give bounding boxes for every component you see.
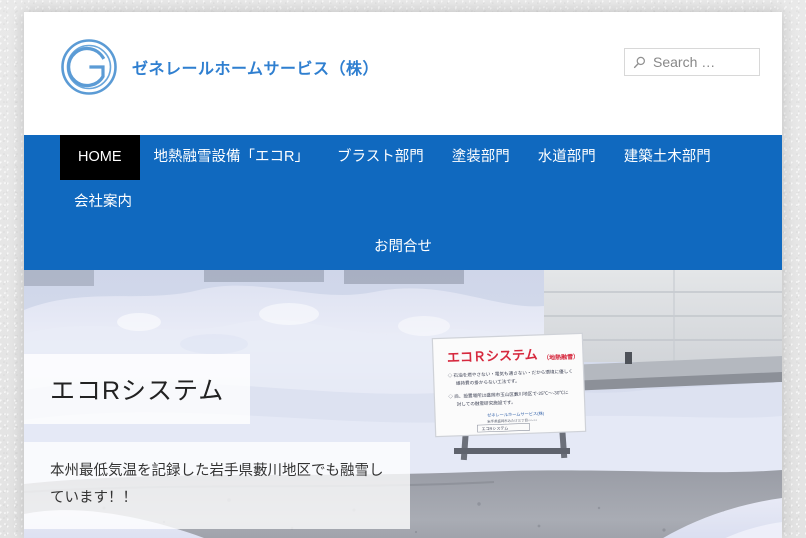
nav-item-contact[interactable]: お問合せ xyxy=(360,225,446,270)
site-header: ゼネレールホームサービス（株） xyxy=(24,12,782,135)
hero-title-panel: エコRシステム xyxy=(24,354,250,424)
main-navigation: HOME 地熱融雪設備「エコR」 ブラスト部門 塗装部門 水道部門 建築土木部門… xyxy=(24,135,782,270)
hero-title: エコRシステム xyxy=(50,377,225,405)
nav-item-civil-engineering[interactable]: 建築土木部門 xyxy=(610,135,725,180)
hero-description: 本州最低気温を記録した岩手県藪川地区でも融雪しています！！ xyxy=(50,463,384,506)
hero-text-overlay: エコRシステム 本州最低気温を記録した岩手県藪川地区でも融雪しています！！ xyxy=(24,354,782,529)
site-title: ゼネレールホームサービス（株） xyxy=(132,61,380,78)
nav-item-painting[interactable]: 塗装部門 xyxy=(438,135,524,180)
hero-banner[interactable]: エコＲシステム （地熱融雪） ◇ 石油を燃やさない・電気も通さない・だから環境に… xyxy=(24,270,782,538)
search-box[interactable] xyxy=(624,48,760,76)
nav-item-blast[interactable]: ブラスト部門 xyxy=(323,135,438,180)
nav-item-company-info[interactable]: 会社案内 xyxy=(60,180,146,225)
nav-row-primary: HOME 地熱融雪設備「エコR」 ブラスト部門 塗装部門 水道部門 建築土木部門… xyxy=(24,135,782,225)
nav-item-eco-r[interactable]: 地熱融雪設備「エコR」 xyxy=(140,135,323,180)
circle-g-logo-icon xyxy=(61,39,117,95)
hero-description-panel: 本州最低気温を記録した岩手県藪川地区でも融雪しています！！ xyxy=(24,442,410,529)
site-branding[interactable]: ゼネレールホームサービス（株） xyxy=(60,38,379,96)
nav-item-home[interactable]: HOME xyxy=(60,135,140,180)
page-container: ゼネレールホームサービス（株） HOME 地熱融雪設備「エコR」 ブラスト部門 … xyxy=(24,12,782,538)
nav-item-waterworks[interactable]: 水道部門 xyxy=(524,135,610,180)
search-icon xyxy=(633,56,645,68)
nav-row-secondary: お問合せ xyxy=(24,225,782,270)
search-input[interactable] xyxy=(653,54,751,70)
